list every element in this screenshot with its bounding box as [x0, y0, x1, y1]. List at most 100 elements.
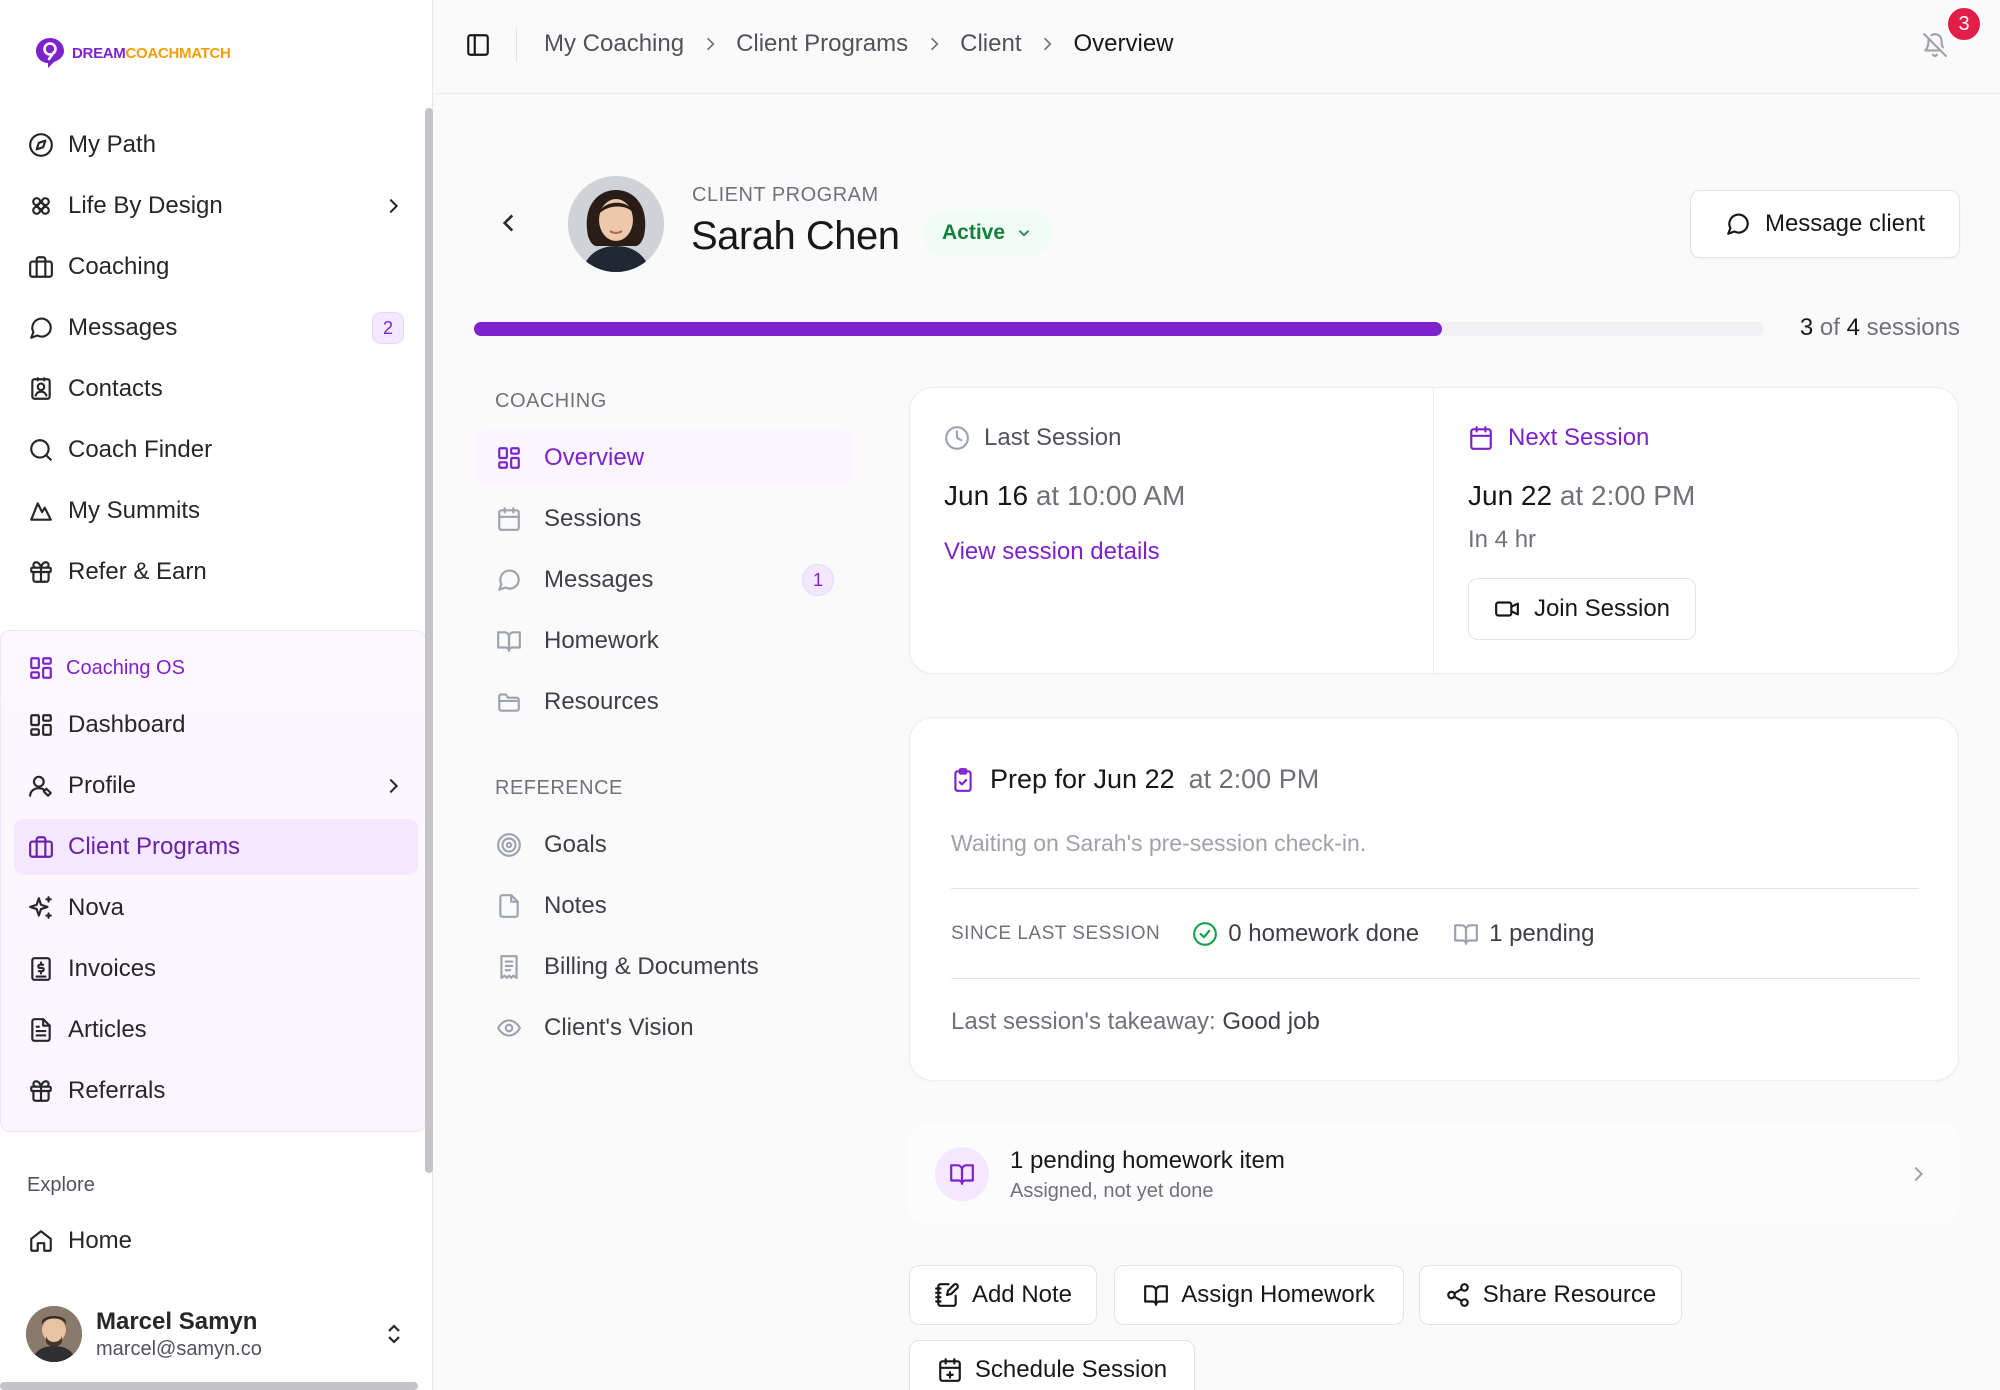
share-resource-button[interactable]: Share Resource [1419, 1265, 1682, 1325]
sidebar-item-profile[interactable]: Profile [14, 758, 418, 814]
assign-homework-button[interactable]: Assign Homework [1114, 1265, 1404, 1325]
check-circle-icon [1192, 921, 1218, 947]
join-session-button[interactable]: Join Session [1468, 578, 1696, 640]
sidebar-item-refer-earn[interactable]: Refer & Earn [14, 544, 418, 600]
sidebar-item-label: Messages [68, 314, 178, 341]
chevron-left-icon [502, 214, 514, 232]
message-client-button[interactable]: Message client [1690, 190, 1960, 258]
sidebar-item-label: Home [68, 1227, 133, 1254]
brand-logo[interactable]: DREAMCOACHMATCH [34, 36, 231, 70]
takeaway-label: Last session's takeaway: [951, 1008, 1216, 1035]
sidebar-item-referrals[interactable]: Referrals [14, 1063, 418, 1119]
user-name: Marcel Samyn [96, 1307, 258, 1335]
chevron-right-icon [1037, 34, 1057, 54]
invoice-icon [28, 956, 54, 982]
sidebar-scrollbar[interactable] [425, 108, 433, 1173]
receipt-icon [496, 954, 522, 980]
divider [951, 888, 1919, 889]
prep-waiting-text: Waiting on Sarah's pre-session check-in. [951, 830, 1367, 856]
explore-heading: Explore [27, 1174, 95, 1196]
tab-clients-vision[interactable]: Client's Vision [474, 1000, 854, 1056]
book-icon [1143, 1282, 1169, 1308]
tab-resources[interactable]: Resources [474, 674, 854, 730]
divider [951, 978, 1919, 979]
flower-icon [28, 193, 54, 219]
sidebar-item-contacts[interactable]: Contacts [14, 361, 418, 417]
sidebar-item-my-path[interactable]: My Path [14, 117, 418, 173]
user-info: Marcel Samyn marcel@samyn.co [96, 1308, 368, 1361]
next-session-title: Next Session [1508, 424, 1650, 451]
tab-label: Messages [544, 566, 654, 593]
contact-icon [28, 376, 54, 402]
sidebar-toggle-icon[interactable] [465, 32, 491, 58]
sidebar-item-nova[interactable]: Nova [14, 880, 418, 936]
user-menu[interactable]: Marcel Samyn marcel@samyn.co [26, 1306, 406, 1362]
sidebar-item-coach-finder[interactable]: Coach Finder [14, 422, 418, 478]
pending-homework-row[interactable]: 1 pending homework item Assigned, not ye… [909, 1123, 1959, 1223]
folder-icon [496, 689, 522, 715]
sidebar-item-home[interactable]: Home [14, 1213, 418, 1269]
prep-heading: Prep for Jun 22 at 2:00 PM [950, 764, 1319, 795]
sessions-total: 4 [1846, 314, 1860, 341]
status-label: Active [942, 221, 1006, 244]
message-client-label: Message client [1764, 210, 1926, 237]
coaching-os-heading: Coaching OS [28, 655, 185, 681]
top-bar: My Coaching Client Programs Client Overv… [434, 0, 2000, 94]
logo-mark-icon [36, 38, 64, 68]
messages-count-badge: 2 [372, 312, 404, 344]
sessions-completed: 3 [1799, 314, 1814, 341]
last-session-title: Last Session [984, 424, 1122, 451]
next-session-relative-time: In 4 hr [1468, 526, 1537, 553]
sidebar-item-label: Invoices [68, 955, 157, 982]
sidebar-item-label: My Summits [68, 497, 200, 524]
sidebar-item-my-summits[interactable]: My Summits [14, 483, 418, 539]
client-coaching-nav: Overview Sessions Messages 1 Homework Re… [474, 430, 854, 735]
sidebar-item-dashboard[interactable]: Dashboard [14, 697, 418, 753]
client-messages-badge: 1 [802, 564, 834, 596]
breadcrumb-client-programs[interactable]: Client Programs [736, 30, 908, 58]
tab-sessions[interactable]: Sessions [474, 491, 854, 547]
tab-notes[interactable]: Notes [474, 878, 854, 934]
sidebar-item-label: Referrals [68, 1077, 166, 1104]
clipboard-check-icon [950, 767, 976, 793]
view-session-details-link[interactable]: View session details [944, 538, 1160, 566]
bell-off-icon[interactable] [1922, 32, 1948, 58]
tab-goals[interactable]: Goals [474, 817, 854, 873]
breadcrumb-client[interactable]: Client [960, 30, 1021, 58]
client-program-label: CLIENT PROGRAM [692, 184, 879, 206]
sidebar-item-label: Nova [68, 894, 125, 921]
share-icon [1445, 1282, 1471, 1308]
briefcase-icon [28, 834, 54, 860]
schedule-session-button[interactable]: Schedule Session [909, 1340, 1195, 1390]
sidebar-item-client-programs[interactable]: Client Programs [14, 819, 418, 875]
sidebar-item-label: Dashboard [68, 711, 186, 738]
file-text-icon [28, 1017, 54, 1043]
sidebar-item-articles[interactable]: Articles [14, 1002, 418, 1058]
breadcrumb-my-coaching[interactable]: My Coaching [544, 30, 684, 58]
sidebar-item-messages[interactable]: Messages 2 [14, 300, 418, 356]
add-note-button[interactable]: Add Note [909, 1265, 1097, 1325]
prep-title-time: at 2:00 PM [1188, 764, 1320, 794]
session-progress-fill [474, 322, 1442, 336]
target-icon [496, 832, 522, 858]
homework-done-text: 0 homework done [1228, 920, 1420, 947]
homework-done-stat: 0 homework done [1192, 920, 1419, 948]
tab-homework[interactable]: Homework [474, 613, 854, 669]
status-badge[interactable]: Active [922, 210, 1054, 256]
tab-billing-documents[interactable]: Billing & Documents [474, 939, 854, 995]
sidebar: DREAMCOACHMATCH My Path Life By Design C… [0, 0, 433, 1390]
user-icon [28, 773, 54, 799]
join-session-label: Join Session [1533, 595, 1671, 622]
sidebar-item-label: Refer & Earn [68, 558, 207, 585]
tab-overview[interactable]: Overview [474, 430, 854, 486]
logo-text-dream: DREAM [72, 44, 126, 62]
sidebar-item-invoices[interactable]: Invoices [14, 941, 418, 997]
sidebar-item-life-by-design[interactable]: Life By Design [14, 178, 418, 234]
sidebar-item-coaching[interactable]: Coaching [14, 239, 418, 295]
explore-nav: Home [14, 1213, 418, 1274]
main-nav: My Path Life By Design Coaching Messages… [14, 117, 418, 605]
sidebar-horizontal-scrollbar[interactable] [0, 1382, 418, 1390]
sidebar-item-label: Profile [68, 772, 137, 799]
tab-messages[interactable]: Messages 1 [474, 552, 854, 608]
back-button[interactable] [496, 210, 522, 236]
